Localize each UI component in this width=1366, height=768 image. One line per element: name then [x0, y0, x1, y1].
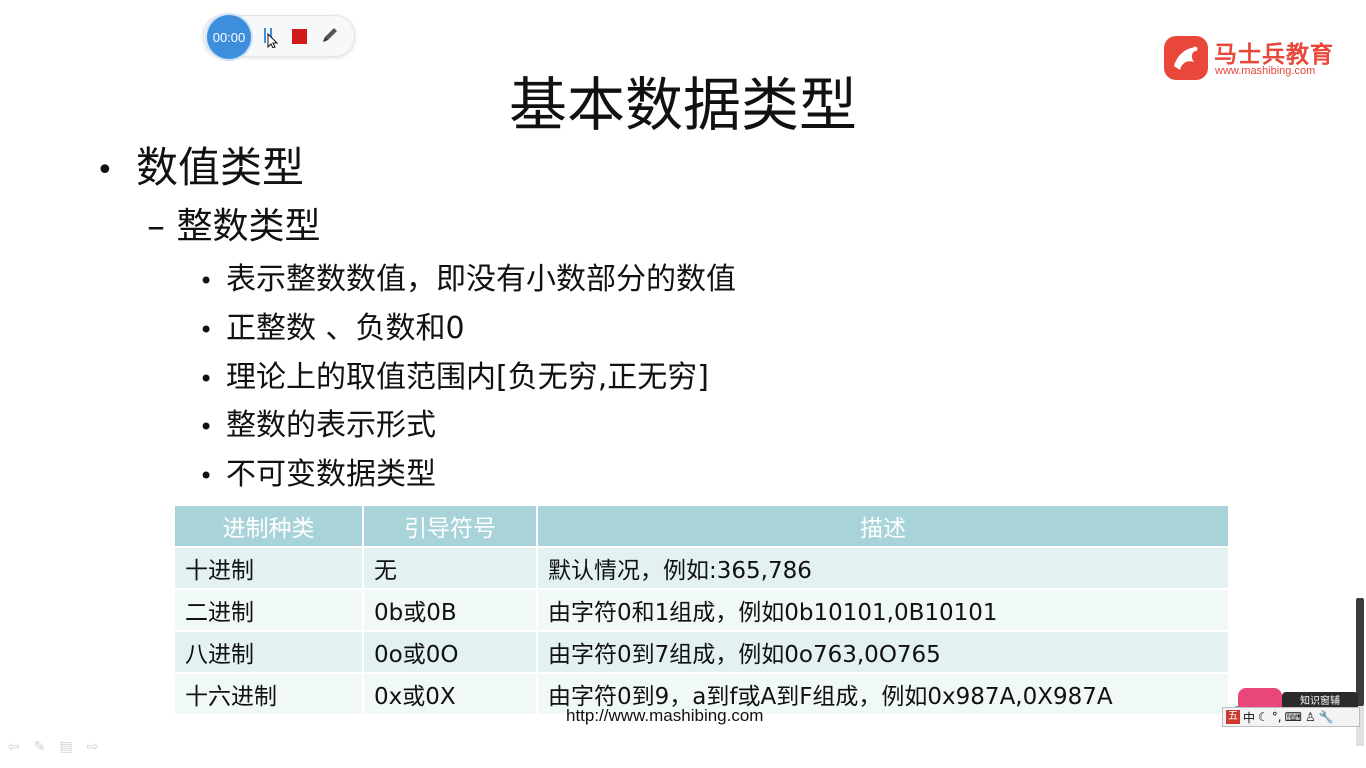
next-arrow-icon[interactable]: ⇨	[87, 739, 99, 755]
table-row: 八进制 0o或0O 由字符0到7组成，例如0o763,0O765	[175, 630, 1230, 673]
pause-icon[interactable]	[262, 26, 284, 52]
table-cell: 十六进制	[175, 672, 364, 714]
pen-tool-icon[interactable]: ✎	[34, 739, 46, 755]
table-cell: 无	[363, 546, 538, 589]
moon-icon[interactable]: ☾	[1258, 710, 1269, 724]
bullet-dot: •	[199, 316, 214, 344]
table-row: 二进制 0b或0B 由字符0和1组成，例如0b10101,0B10101	[175, 588, 1230, 631]
bullet-text: 正整数 、负数和0	[226, 311, 465, 346]
wrench-icon[interactable]: 🔧	[1319, 710, 1334, 724]
level2-text: 整数类型	[176, 206, 321, 247]
recording-timer[interactable]: 00:00	[207, 15, 251, 59]
bullet-text: 不可变数据类型	[226, 457, 436, 492]
slideshow-nav: ⇦ ✎ ▤ ⇨	[8, 739, 98, 755]
bullet-text: 理论上的取值范围内[负无穷,正无穷]	[226, 360, 709, 395]
ime-toolbar: 五 中 ☾ °, ⌨ ♙ 🔧	[1222, 707, 1360, 727]
column-header: 引导符号	[363, 506, 538, 547]
bullet-item: • 整数的表示形式	[199, 400, 436, 444]
table-row: 十进制 无 默认情况，例如:365,786	[175, 546, 1230, 589]
pen-icon[interactable]	[320, 25, 340, 49]
table-cell: 0o或0O	[363, 630, 538, 673]
table-cell: 由字符0和1组成，例如0b10101,0B10101	[537, 588, 1230, 631]
screen-recorder-toolbar: 00:00	[203, 15, 355, 59]
bullet-item: • 不可变数据类型	[199, 449, 436, 493]
bullet-level1: • 数值类型	[96, 134, 304, 195]
radix-table: 进制种类 引导符号 描述 十进制 无 默认情况，例如:365,786 二进制 0…	[175, 506, 1230, 714]
bullet-dot: •	[199, 413, 214, 441]
ime-logo-icon[interactable]: 五	[1226, 710, 1240, 724]
user-icon[interactable]: ♙	[1305, 710, 1316, 724]
bullet-text: 整数的表示形式	[226, 408, 436, 443]
previous-arrow-icon[interactable]: ⇦	[8, 739, 20, 755]
table-cell: 八进制	[175, 630, 364, 673]
dash-marker: –	[147, 206, 177, 247]
slide-title: 基本数据类型	[508, 71, 857, 139]
footer-url: http://www.mashibing.com	[566, 706, 764, 725]
ime-mode-toggle[interactable]: 中	[1243, 709, 1255, 726]
bullet-text: 表示整数数值，即没有小数部分的数值	[226, 262, 736, 297]
table-cell: 十进制	[175, 546, 364, 589]
bullet-dot: •	[199, 462, 214, 490]
bullet-dot: •	[199, 365, 214, 393]
column-header: 进制种类	[175, 506, 364, 547]
menu-icon[interactable]: ▤	[59, 739, 72, 755]
table-cell: 默认情况，例如:365,786	[537, 546, 1230, 589]
table-cell: 0b或0B	[363, 588, 538, 631]
bullet-item: • 理论上的取值范围内[负无穷,正无穷]	[199, 352, 709, 396]
bullet-level2: – 整数类型	[147, 197, 320, 249]
bullet-dot: •	[199, 267, 214, 295]
table-cell: 二进制	[175, 588, 364, 631]
punctuation-icon[interactable]: °,	[1272, 710, 1282, 724]
table-cell: 由字符0到7组成，例如0o763,0O765	[537, 630, 1230, 673]
bullet-item: • 正整数 、负数和0	[199, 303, 465, 347]
column-header: 描述	[537, 506, 1230, 547]
table-cell: 0x或0X	[363, 672, 538, 714]
keyboard-icon[interactable]: ⌨	[1285, 710, 1302, 724]
bullet-dot: •	[96, 153, 114, 188]
level1-text: 数值类型	[136, 143, 305, 192]
bullet-item: • 表示整数数值，即没有小数部分的数值	[199, 254, 736, 298]
table-header-row: 进制种类 引导符号 描述	[175, 506, 1230, 547]
stop-recording-icon[interactable]	[292, 29, 307, 44]
